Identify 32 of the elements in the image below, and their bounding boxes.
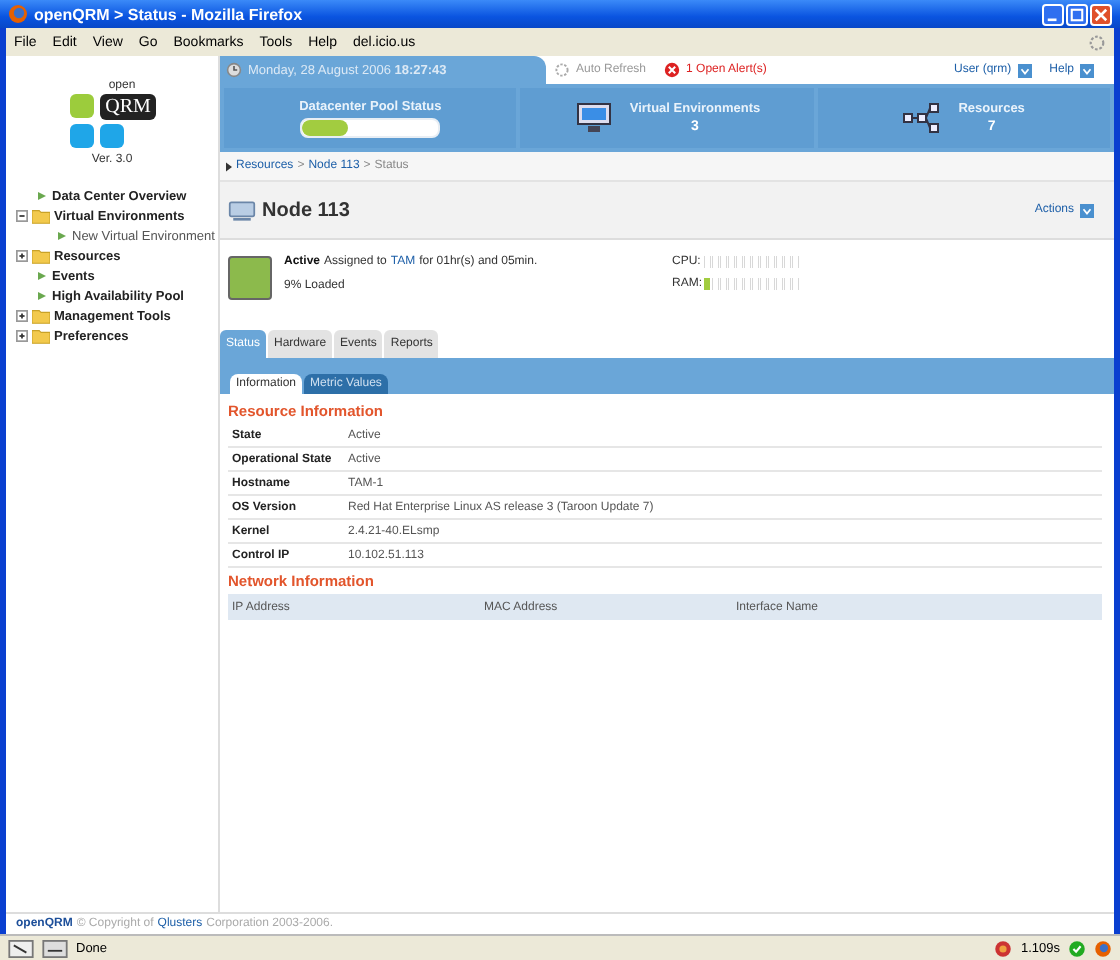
folder-icon [32,248,50,264]
throbber-icon [1088,33,1106,51]
network-nodes-icon [902,102,943,134]
close-button[interactable] [1090,3,1112,25]
expander-icon[interactable] [16,330,28,342]
expander-icon[interactable] [16,310,28,322]
window-title: openQRM > Status - Mozilla Firefox [34,5,305,23]
node-title: Node 113 [262,199,350,221]
dropdown-icon[interactable] [1017,63,1032,77]
maximize-button[interactable] [1066,3,1088,25]
clock-icon [226,62,242,78]
maximize-icon [1070,7,1084,21]
arrow-bullet-icon [36,270,48,282]
refresh-icon [554,62,570,78]
arrow-bullet-icon [36,190,48,202]
monitor-icon [573,102,614,134]
caret-icon [226,161,232,171]
expander-icon[interactable] [16,210,28,222]
expander-icon[interactable] [16,250,28,262]
close-icon [1094,7,1108,21]
dropdown-icon[interactable] [1080,63,1094,77]
screen-icon [42,939,68,957]
logo-text: QRM [99,94,157,120]
status-square [228,256,272,300]
arrow-bullet-icon [36,290,48,302]
minimize-button[interactable] [1042,3,1064,25]
error-icon [664,62,681,78]
folder-icon [32,208,50,224]
arrow-bullet-icon [56,230,68,242]
computer-icon [228,199,256,221]
check-icon [1068,939,1086,957]
dropdown-icon[interactable] [1080,203,1094,217]
